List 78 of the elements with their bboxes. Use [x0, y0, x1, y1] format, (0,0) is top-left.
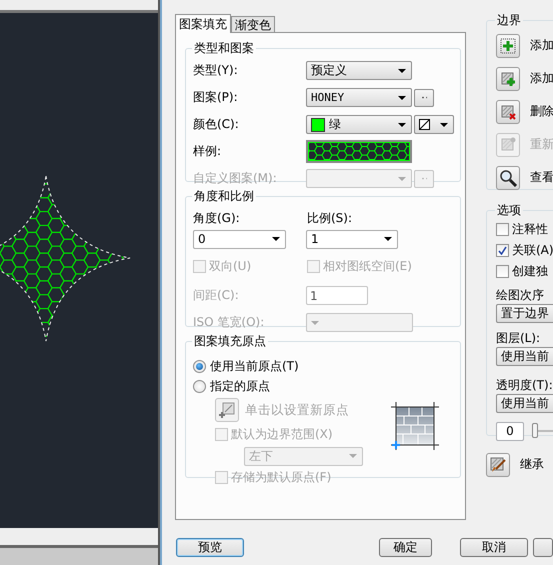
origin-preview-icon	[391, 402, 439, 450]
angle-dropdown[interactable]: 0	[193, 230, 286, 248]
set-origin-label: 单击以设置新原点	[245, 402, 349, 418]
dropdown[interactable]: HONEY	[306, 88, 412, 107]
dropdown-arrow-icon	[398, 122, 406, 126]
group-title: 选项	[496, 202, 522, 219]
group-title: 图案填充原点	[193, 333, 267, 350]
radio-button[interactable]	[193, 360, 206, 372]
field-label: 角度(G):	[193, 210, 241, 227]
radio-label: 指定的原点	[210, 378, 270, 394]
brush-icon	[489, 456, 507, 474]
field-label: 图案(P):	[193, 89, 239, 106]
group-title: 类型和图案	[193, 40, 255, 57]
field-label: ISO 笔宽(O):	[193, 314, 266, 331]
boundary-button[interactable]	[496, 34, 520, 58]
field-label: 绘图次序	[496, 287, 545, 304]
field-label: 颜色(C):	[193, 116, 240, 133]
cut-button[interactable]	[532, 538, 553, 556]
pick-point-icon	[499, 36, 517, 54]
checkbox-label: 关联(A)	[512, 242, 553, 259]
browse-button[interactable]	[414, 88, 434, 106]
transparency-field[interactable]: 0	[496, 422, 524, 440]
field-label: 自定义图案(M):	[193, 170, 278, 187]
field-label: 透明度(T):	[496, 377, 553, 394]
dropdown-arrow-icon	[440, 122, 448, 126]
tab[interactable]: 渐变色	[231, 16, 275, 32]
remove-boundary-icon	[499, 102, 517, 120]
checkbox-label: 注释性	[512, 221, 548, 238]
background-color-dropdown[interactable]	[414, 115, 454, 134]
field-label: 比例(S):	[307, 210, 352, 227]
dialog-button[interactable]: 预览	[176, 538, 244, 556]
checkbox[interactable]	[496, 244, 509, 257]
checkbox-label: 创建独	[512, 263, 548, 280]
dropdown-arrow-icon	[398, 96, 406, 100]
transparency-dropdown[interactable]: 使用当前	[496, 394, 553, 413]
checkbox[interactable]	[496, 265, 509, 278]
dropdown-arrow-icon	[349, 454, 357, 458]
scale-dropdown[interactable]: 1	[306, 230, 398, 248]
layer-dropdown[interactable]: 使用当前	[496, 347, 553, 366]
radio-label: 使用当前原点(T)	[210, 358, 299, 374]
set-origin-button[interactable]	[215, 398, 239, 422]
checkbox-label: 默认为边界范围(X)	[231, 426, 333, 443]
recreate-boundary-icon	[499, 136, 517, 154]
field-label: 图层(L):	[496, 330, 542, 347]
boundary-label: 添加	[530, 70, 553, 87]
checkbox[interactable]	[496, 223, 509, 236]
radio-button[interactable]	[193, 380, 206, 392]
color-dropdown[interactable]: 绿	[306, 115, 412, 134]
no-fill-icon	[419, 119, 430, 130]
hatch-drawing[interactable]	[0, 0, 160, 565]
checkbox-label: 双向(U)	[209, 258, 252, 275]
group-title: 角度和比例	[193, 188, 255, 205]
tab[interactable]: 图案填充	[175, 14, 231, 33]
dropdown-arrow-icon	[398, 68, 406, 72]
slider-thumb[interactable]	[532, 423, 538, 438]
dialog-button[interactable]: 确定	[378, 538, 432, 556]
boundary-label: 添加	[530, 37, 553, 54]
field-label: 样例:	[193, 143, 222, 160]
dialog-button[interactable]: 取消	[460, 538, 528, 556]
browse-button[interactable]	[414, 170, 434, 188]
dropdown-arrow-icon	[384, 237, 392, 241]
magnifier-icon	[499, 168, 517, 186]
pattern-swatch[interactable]	[306, 140, 412, 163]
dropdown[interactable]: 预定义	[306, 61, 412, 80]
field-label: 间距(C):	[193, 287, 240, 304]
select-objects-icon	[499, 70, 517, 88]
field-label: 类型(Y):	[193, 62, 239, 79]
dropdown-arrow-icon	[311, 320, 319, 324]
checkbox-label: 相对图纸空间(E)	[323, 258, 412, 275]
dropdown-arrow-icon	[272, 237, 280, 241]
boundary-button[interactable]	[496, 166, 520, 190]
draw-order-dropdown[interactable]: 置于边界	[496, 304, 553, 323]
set-origin-icon	[218, 401, 236, 419]
dropdown-arrow-icon	[398, 176, 406, 180]
group-title: 边界	[496, 12, 522, 29]
inherit-button[interactable]	[486, 452, 510, 476]
checkbox-label: 存储为默认原点(F)	[231, 469, 332, 486]
inherit-label: 继承	[520, 456, 544, 473]
